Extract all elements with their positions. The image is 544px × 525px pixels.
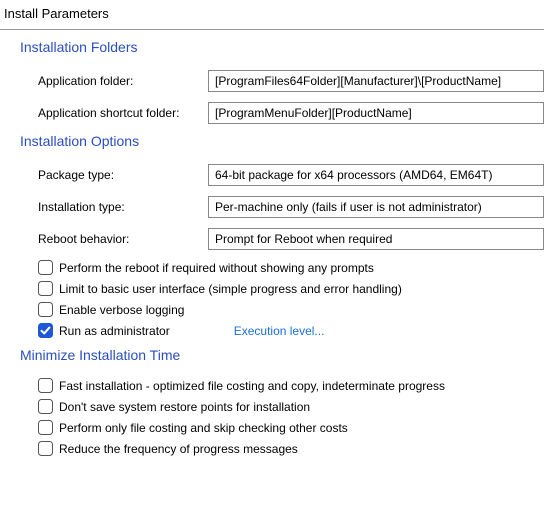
shortcut-folder-label: Application shortcut folder: (38, 106, 208, 120)
installation-options-legend: Installation Options (20, 133, 147, 149)
application-folder-input[interactable] (208, 70, 544, 92)
basic-ui-checkbox[interactable] (38, 281, 53, 296)
verbose-logging-checkbox[interactable] (38, 302, 53, 317)
basic-ui-label: Limit to basic user interface (simple pr… (59, 282, 402, 296)
run-as-admin-checkbox[interactable] (38, 323, 53, 338)
file-costing-checkbox[interactable] (38, 420, 53, 435)
installation-type-input[interactable] (208, 196, 544, 218)
file-costing-label: Perform only file costing and skip check… (59, 421, 348, 435)
package-type-input[interactable] (208, 164, 544, 186)
package-type-label: Package type: (38, 168, 208, 182)
page-title: Install Parameters (0, 0, 544, 29)
run-as-admin-label: Run as administrator (59, 324, 170, 338)
verbose-logging-label: Enable verbose logging (59, 303, 184, 317)
installation-folders-legend: Installation Folders (20, 39, 146, 55)
fast-install-label: Fast installation - optimized file costi… (59, 379, 445, 393)
reduce-progress-checkbox[interactable] (38, 441, 53, 456)
installation-folders-group: Installation Folders Application folder:… (20, 48, 544, 124)
no-restore-checkbox[interactable] (38, 399, 53, 414)
title-divider (0, 29, 544, 30)
execution-level-link[interactable]: Execution level... (234, 324, 325, 338)
minimize-time-group: Minimize Installation Time Fast installa… (20, 356, 544, 456)
no-restore-label: Don't save system restore points for ins… (59, 400, 310, 414)
fast-install-checkbox[interactable] (38, 378, 53, 393)
installation-options-group: Installation Options Package type: Insta… (20, 142, 544, 338)
reboot-behavior-input[interactable] (208, 228, 544, 250)
silent-reboot-checkbox[interactable] (38, 260, 53, 275)
installation-type-label: Installation type: (38, 200, 208, 214)
silent-reboot-label: Perform the reboot if required without s… (59, 261, 374, 275)
minimize-time-legend: Minimize Installation Time (20, 347, 188, 363)
reboot-behavior-label: Reboot behavior: (38, 232, 208, 246)
reduce-progress-label: Reduce the frequency of progress message… (59, 442, 298, 456)
shortcut-folder-input[interactable] (208, 102, 544, 124)
application-folder-label: Application folder: (38, 74, 208, 88)
